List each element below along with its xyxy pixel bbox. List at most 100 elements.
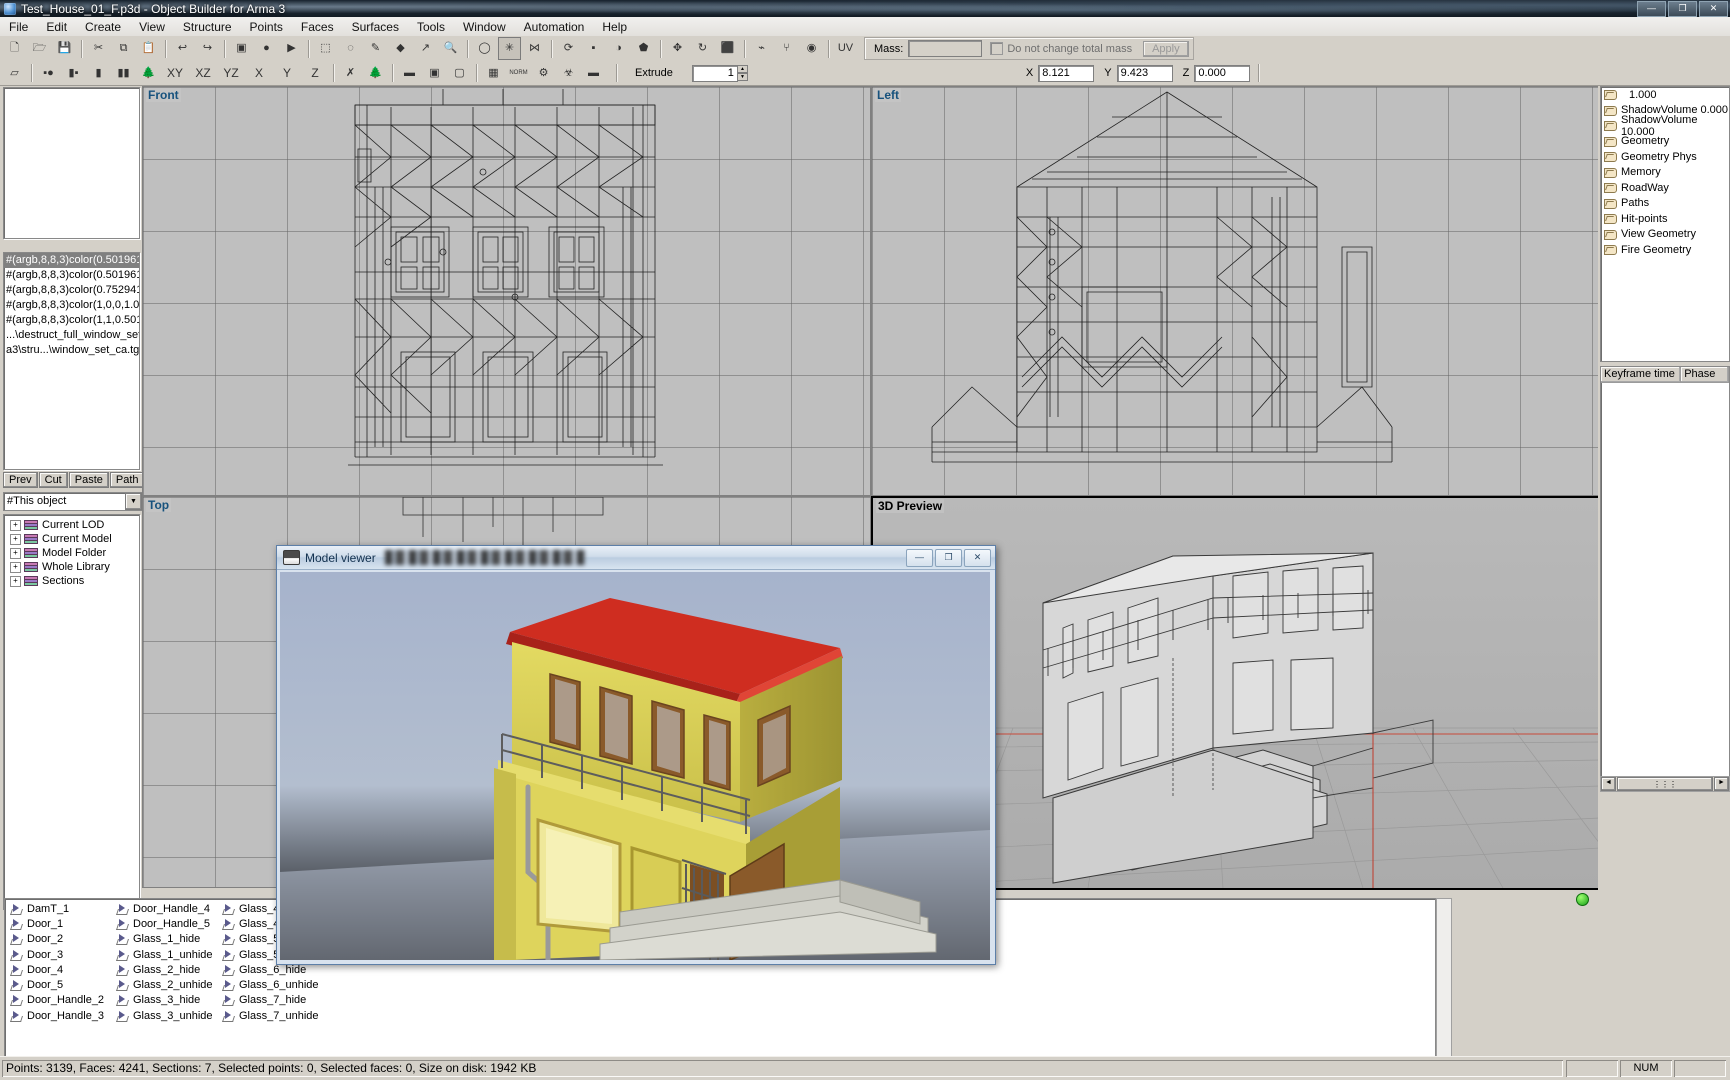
object-tree[interactable]: +Current LOD+Current Model+Model Folder+…: [3, 514, 140, 910]
select-rect-icon[interactable]: ⬚: [314, 37, 337, 60]
keyframe-time-column-header[interactable]: Keyframe time: [1601, 367, 1681, 382]
menu-surfaces[interactable]: Surfaces: [343, 18, 408, 36]
extrude-input[interactable]: 1: [692, 65, 738, 82]
lod-item[interactable]: Hit-points: [1601, 211, 1729, 227]
named-selection-item[interactable]: Door_4: [11, 962, 116, 977]
sel-tree-icon[interactable]: 🌲: [137, 62, 160, 85]
viewport-front[interactable]: Front: [142, 86, 871, 496]
bar-icon[interactable]: ▬: [582, 62, 605, 85]
sel-faces-icon[interactable]: ▮▪: [62, 62, 85, 85]
uv-editor-button[interactable]: UV: [834, 37, 857, 60]
rotate-icon[interactable]: ↻: [691, 37, 714, 60]
named-selection-item[interactable]: DamT_1: [11, 901, 116, 916]
axis-button-x[interactable]: X: [246, 62, 272, 85]
lod-item[interactable]: Fire Geometry: [1601, 242, 1729, 258]
keyframe-phase-column-header[interactable]: Phase: [1681, 367, 1729, 382]
grid-icon[interactable]: ▦: [482, 62, 505, 85]
play-icon[interactable]: ▶: [280, 37, 303, 60]
menu-create[interactable]: Create: [76, 18, 130, 36]
menu-window[interactable]: Window: [454, 18, 515, 36]
expand-icon[interactable]: +: [10, 548, 21, 559]
tree-item-model-folder[interactable]: +Model Folder: [4, 546, 139, 560]
sel-points-green-icon[interactable]: ▪●: [37, 62, 60, 85]
apply-button[interactable]: Apply: [1143, 41, 1189, 57]
scale-icon[interactable]: ⬛: [716, 37, 739, 60]
scroll-left-icon[interactable]: ◄: [1601, 777, 1616, 791]
scroll-right-icon[interactable]: ►: [1714, 777, 1729, 791]
axis-button-yz[interactable]: YZ: [218, 62, 244, 85]
named-selection-item[interactable]: Glass_6_unhide: [223, 977, 328, 992]
move-object-icon[interactable]: ✥: [666, 37, 689, 60]
tree-item-current-model[interactable]: +Current Model: [4, 532, 139, 546]
axis-button-y[interactable]: Y: [274, 62, 300, 85]
scrollbar-thumb[interactable]: ⋮⋮⋮: [1617, 777, 1713, 791]
tree-tool-icon[interactable]: 🌲: [364, 62, 387, 85]
named-selection-item[interactable]: Glass_7_hide: [223, 993, 328, 1008]
named-selections-scrollbar[interactable]: [1436, 898, 1452, 1058]
undo-icon[interactable]: ↩: [171, 37, 194, 60]
lod-item[interactable]: RoadWay: [1601, 180, 1729, 196]
axis-button-xy[interactable]: XY: [162, 62, 188, 85]
viewport-left[interactable]: Left: [871, 86, 1600, 496]
material-list-item[interactable]: #(argb,8,8,3)color(0.752941,0.: [4, 283, 139, 298]
lod-list[interactable]: 1.000ShadowVolume 0.000ShadowVolume 10.0…: [1600, 86, 1730, 362]
model-viewer-minimize-button[interactable]: —: [906, 549, 933, 567]
material-list-item[interactable]: a3\stru...\window_set_ca.tga: [4, 343, 139, 358]
z-coordinate-input[interactable]: 0.000: [1194, 65, 1250, 82]
expand-icon[interactable]: +: [10, 562, 21, 573]
named-selection-item[interactable]: Glass_1_hide: [117, 932, 222, 947]
keyframe-panel[interactable]: Keyframe time Phase: [1600, 366, 1730, 777]
menu-faces[interactable]: Faces: [292, 18, 343, 36]
new-file-icon[interactable]: 🗋: [3, 37, 26, 60]
axis-button-z[interactable]: Z: [302, 62, 328, 85]
redo-icon[interactable]: ↪: [196, 37, 219, 60]
material-list-item[interactable]: ...\destruct_full_window_set_c: [4, 328, 139, 343]
menu-structure[interactable]: Structure: [174, 18, 241, 36]
expand-icon[interactable]: +: [10, 576, 21, 587]
select-lasso-icon[interactable]: ◌: [339, 37, 362, 60]
menu-tools[interactable]: Tools: [408, 18, 454, 36]
prev-button[interactable]: Prev: [3, 472, 38, 488]
pointer-icon[interactable]: ↗: [414, 37, 437, 60]
insert-key-icon[interactable]: ⑂: [775, 37, 798, 60]
rotate-object-icon[interactable]: ⟳: [557, 37, 580, 60]
y-coordinate-input[interactable]: 9.423: [1117, 65, 1173, 82]
menu-file[interactable]: File: [0, 18, 37, 36]
material-list-item[interactable]: #(argb,8,8,3)color(1,0,0,1.0,co: [4, 298, 139, 313]
tree-item-current-lod[interactable]: +Current LOD: [4, 518, 139, 532]
save-icon[interactable]: 💾: [53, 37, 76, 60]
shade-wire-icon[interactable]: ▢: [448, 62, 471, 85]
wireframe-icon[interactable]: ▱: [3, 62, 26, 85]
named-selection-item[interactable]: Glass_2_hide: [117, 962, 222, 977]
mirror-icon[interactable]: ◑: [607, 37, 630, 60]
lod-item[interactable]: 1.000: [1601, 87, 1729, 103]
paste-icon[interactable]: 📋: [137, 37, 160, 60]
material-list[interactable]: #(argb,8,8,3)color(0.501961,0.#(argb,8,8…: [3, 252, 140, 470]
close-button[interactable]: ✕: [1699, 1, 1728, 17]
sel-volume-icon[interactable]: ▮: [87, 62, 110, 85]
texture-icon[interactable]: ▣: [230, 37, 253, 60]
model-viewer-canvas[interactable]: [280, 572, 990, 960]
path-button[interactable]: Path: [110, 472, 145, 488]
vertex-tool-icon[interactable]: ✳: [498, 37, 521, 60]
object-scope-combobox[interactable]: #This object ▼: [3, 492, 143, 511]
named-selection-item[interactable]: Door_3: [11, 947, 116, 962]
axis-button-xz[interactable]: XZ: [190, 62, 216, 85]
lod-item[interactable]: ShadowVolume 10.000: [1601, 118, 1729, 134]
lod-item[interactable]: Memory: [1601, 165, 1729, 181]
cut-icon[interactable]: ✂: [87, 37, 110, 60]
material-list-item[interactable]: #(argb,8,8,3)color(0.501961,0.: [4, 268, 139, 283]
copy-icon[interactable]: ⧉: [112, 37, 135, 60]
open-folder-icon[interactable]: 🗁: [28, 37, 51, 60]
material-list-item[interactable]: #(argb,8,8,3)color(1,1,0.50196: [4, 313, 139, 328]
mass-input[interactable]: [908, 40, 982, 57]
lod-item[interactable]: Paths: [1601, 196, 1729, 212]
model-viewer-close-button[interactable]: ✕: [964, 549, 991, 567]
sel-double-icon[interactable]: ▮▮: [112, 62, 135, 85]
named-selection-item[interactable]: Door_Handle_2: [11, 993, 116, 1008]
expand-icon[interactable]: +: [10, 534, 21, 545]
model-viewer-titlebar[interactable]: Model viewer — ❐ ✕: [277, 546, 995, 570]
paint-select-icon[interactable]: ✎: [364, 37, 387, 60]
named-selection-item[interactable]: Door_Handle_5: [117, 916, 222, 931]
material-list-item[interactable]: #(argb,8,8,3)color(0.501961,0.: [4, 253, 139, 268]
